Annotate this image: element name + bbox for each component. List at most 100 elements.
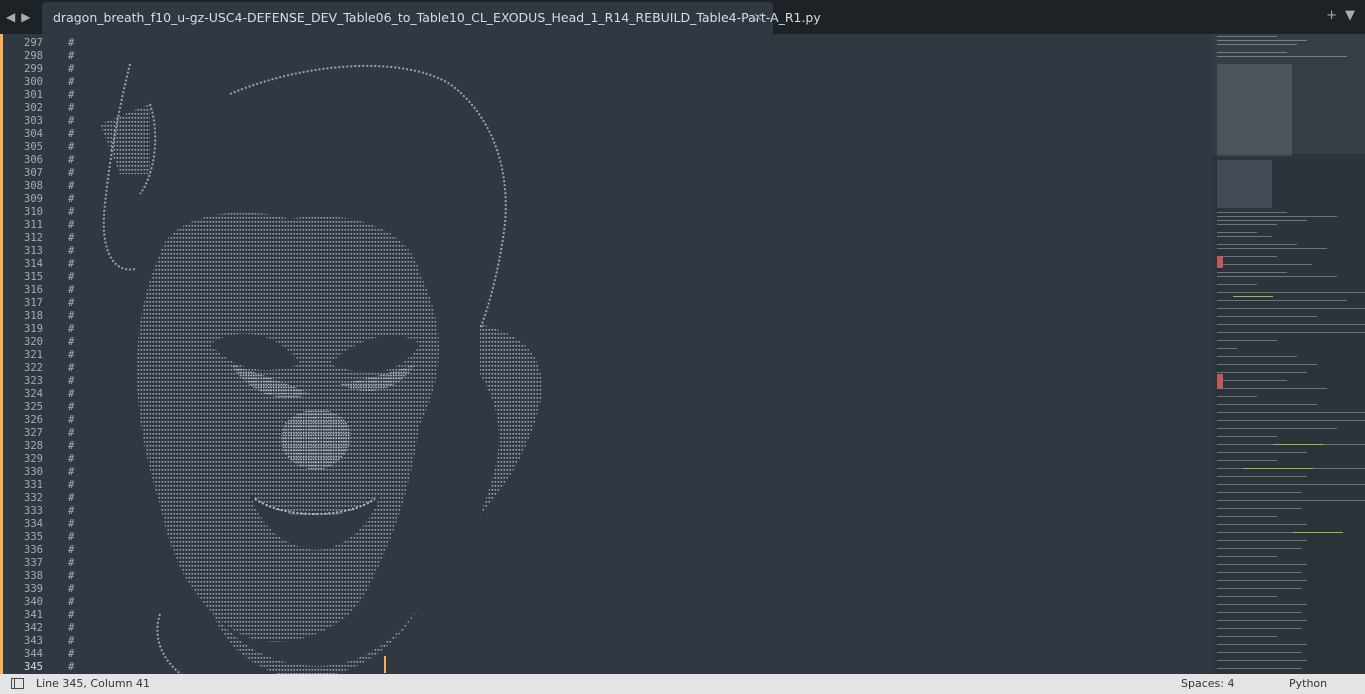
code-line: # [68, 37, 75, 49]
code-line: # [68, 141, 75, 153]
code-line: # [68, 284, 75, 296]
line-number: 332 [24, 492, 43, 504]
code-line: # [68, 609, 75, 621]
line-number: 313 [24, 245, 43, 257]
status-bar: Line 345, Column 41 Spaces: 4 Python [0, 674, 1365, 694]
minimap[interactable] [1213, 34, 1365, 674]
line-number: 302 [24, 102, 43, 114]
minimap-viewport[interactable] [1213, 34, 1365, 154]
cursor-position[interactable]: Line 345, Column 41 [36, 677, 150, 690]
active-tab[interactable]: dragon_breath_f10_u-gz-USC4-DEFENSE_DEV_… [42, 2, 821, 34]
line-number: 324 [24, 388, 43, 400]
line-number: 320 [24, 336, 43, 348]
line-number: 318 [24, 310, 43, 322]
code-line: # [68, 414, 75, 426]
line-number: 325 [24, 401, 43, 413]
code-line: # [68, 505, 75, 517]
code-line: # [68, 128, 75, 140]
line-number: 317 [24, 297, 43, 309]
line-number: 328 [24, 440, 43, 452]
code-line: # [68, 531, 75, 543]
new-tab-icon[interactable]: + [1326, 8, 1337, 23]
line-number: 322 [24, 362, 43, 374]
line-number: 299 [24, 63, 43, 75]
ascii-art-image [100, 63, 542, 674]
line-number: 334 [24, 518, 43, 530]
code-line: # [68, 271, 75, 283]
code-line: # [68, 518, 75, 530]
code-line: # [68, 362, 75, 374]
close-icon[interactable]: × [753, 10, 763, 24]
code-line: # [68, 310, 75, 322]
code-line: # [68, 232, 75, 244]
code-line: # [68, 154, 75, 166]
syntax-selector[interactable]: Python [1289, 677, 1327, 690]
code-line: # [68, 206, 75, 218]
code-line: # [68, 596, 75, 608]
code-line: # [68, 180, 75, 192]
line-number: 340 [24, 596, 43, 608]
tab-tools: + ▼ [1326, 8, 1355, 23]
code-line: # [68, 388, 75, 400]
code-line: # [68, 336, 75, 348]
tab-menu-icon[interactable]: ▼ [1345, 8, 1355, 23]
code-line: # [68, 167, 75, 179]
code-line: # [68, 622, 75, 634]
code-line: # [68, 557, 75, 569]
line-number: 331 [24, 479, 43, 491]
code-line: # [68, 648, 75, 660]
code-line: # [68, 479, 75, 491]
tab-bar: ◀ ▶ dragon_breath_f10_u-gz-USC4-DEFENSE_… [0, 0, 1365, 34]
code-line: # [68, 401, 75, 413]
line-number: 310 [24, 206, 43, 218]
code-line: # [68, 102, 75, 114]
line-number-gutter: 297 298 299 300 301 302 303 304 305 306 307 308 309 3… [3, 34, 63, 674]
code-line: # [68, 50, 75, 62]
code-line: # [68, 492, 75, 504]
forward-icon[interactable]: ▶ [21, 9, 30, 25]
line-number: 341 [24, 609, 43, 621]
indentation-setting[interactable]: Spaces: 4 [1181, 677, 1234, 690]
code-editor[interactable]: 297 298 299 300 301 302 303 304 305 306 307 308 309 3… [0, 34, 1210, 674]
code-line: # [68, 661, 75, 673]
line-number: 306 [24, 154, 43, 166]
line-number: 316 [24, 284, 43, 296]
line-number: 303 [24, 115, 43, 127]
text-cursor [384, 656, 386, 673]
code-line: # [68, 258, 75, 270]
line-number: 330 [24, 466, 43, 478]
code-line: # [68, 115, 75, 127]
code-line: # [68, 193, 75, 205]
code-line: # [68, 583, 75, 595]
line-number: 298 [24, 50, 43, 62]
sidebar-toggle-icon[interactable] [11, 678, 24, 689]
line-number: 336 [24, 544, 43, 556]
line-number: 304 [24, 128, 43, 140]
line-number: 337 [24, 557, 43, 569]
line-number: 321 [24, 349, 43, 361]
line-number: 315 [24, 271, 43, 283]
line-number: 297 [24, 37, 43, 49]
line-number: 301 [24, 89, 43, 101]
code-line: # [68, 323, 75, 335]
code-line: # [68, 635, 75, 647]
line-number: 345 [24, 661, 43, 673]
code-line: # [68, 440, 75, 452]
line-number: 305 [24, 141, 43, 153]
code-line: # [68, 297, 75, 309]
line-number: 327 [24, 427, 43, 439]
line-number: 343 [24, 635, 43, 647]
line-number: 312 [24, 232, 43, 244]
line-number: 319 [24, 323, 43, 335]
line-number: 329 [24, 453, 43, 465]
code-line: # [68, 453, 75, 465]
back-icon[interactable]: ◀ [6, 9, 15, 25]
code-line: # [68, 63, 75, 75]
line-number: 344 [24, 648, 43, 660]
code-line: # [68, 375, 75, 387]
line-number: 339 [24, 583, 43, 595]
code-line: # [68, 466, 75, 478]
line-number: 300 [24, 76, 43, 88]
line-number: 311 [24, 219, 43, 231]
line-number: 307 [24, 167, 43, 179]
